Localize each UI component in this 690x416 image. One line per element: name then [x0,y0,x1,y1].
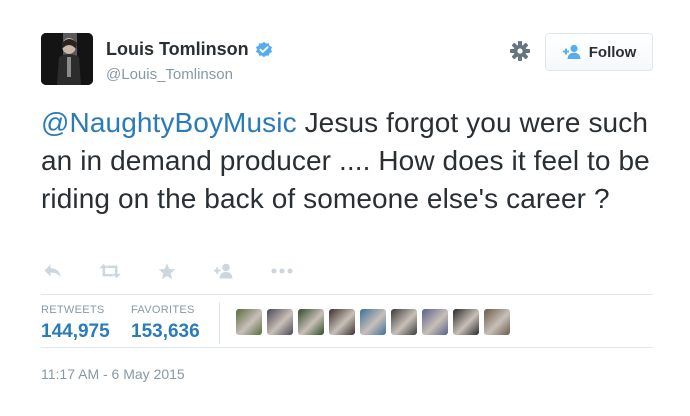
favorites-label: FAVORITES [131,304,195,316]
more-icon [271,268,293,274]
reply-button[interactable] [41,261,65,281]
favoriter-avatar[interactable] [329,309,355,335]
favoriter-avatar[interactable] [484,309,510,335]
add-user-icon [562,44,581,59]
follow-action-button[interactable] [212,261,236,281]
tweet-text: @NaughtyBoyMusic Jesus forgot you were s… [41,104,661,218]
favoriter-avatar[interactable] [422,309,448,335]
avatar[interactable] [41,33,93,85]
author-handle[interactable]: @Louis_Tomlinson [106,66,273,83]
favoriter-avatar[interactable] [453,309,479,335]
author-name[interactable]: Louis Tomlinson [106,39,249,60]
favorites-stat[interactable]: FAVORITES 153,636 [131,304,200,343]
favorites-count: 153,636 [131,321,200,342]
follow-button-label: Follow [588,43,637,61]
follow-button[interactable]: Follow [545,33,653,71]
retweets-count: 144,975 [41,321,110,342]
tweet-timestamp[interactable]: 11:17 AM - 6 May 2015 [41,366,185,382]
retweet-button[interactable] [98,261,122,281]
favoriter-avatar[interactable] [391,309,417,335]
favoriter-avatar[interactable] [267,309,293,335]
retweets-label: RETWEETS [41,304,105,316]
favorite-button[interactable] [155,261,179,281]
favoriter-avatar[interactable] [298,309,324,335]
more-button[interactable] [270,261,294,281]
author-info[interactable]: Louis Tomlinson @Louis_Tomlinson [106,39,273,83]
favorite-icon [158,263,176,279]
favoriter-avatar[interactable] [236,309,262,335]
favorited-by-avatars [236,309,515,335]
gear-icon[interactable] [509,40,531,62]
reply-icon [44,264,61,277]
mention-link[interactable]: @NaughtyBoyMusic [41,107,297,138]
stats-divider [219,302,220,344]
avatar-image [41,33,93,85]
follow-icon [214,263,233,279]
verified-badge-icon [255,41,272,57]
favoriter-avatar[interactable] [360,309,386,335]
retweets-stat[interactable]: RETWEETS 144,975 [41,304,110,343]
divider [41,294,653,295]
divider [41,347,653,348]
retweet-icon [99,264,121,278]
